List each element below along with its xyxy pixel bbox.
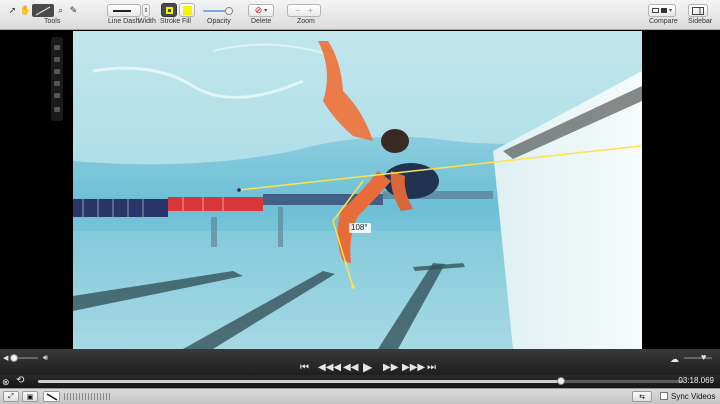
sidebar-toggle-button[interactable]: [688, 4, 708, 17]
step-forward-icon[interactable]: ▶▶: [383, 363, 398, 373]
fill-label: Fill: [182, 18, 191, 25]
tool-selector: ➚ ✋ ⌕ ✎: [6, 4, 80, 17]
line-icon: [46, 392, 57, 401]
delete-button[interactable]: ⊘ ▾: [248, 4, 274, 17]
fill-color-button[interactable]: [179, 3, 195, 17]
zoom-out-icon[interactable]: −: [295, 6, 300, 15]
floating-tool-palette[interactable]: [51, 37, 63, 121]
line-dash-label: Line Dash: [108, 18, 140, 25]
camera-icon: ▣: [26, 393, 34, 401]
expand-button[interactable]: ⤢: [3, 391, 19, 402]
sidebar-label: Sidebar: [688, 18, 713, 25]
compare-label: Compare: [649, 18, 678, 25]
stroke-color-button[interactable]: [161, 3, 177, 17]
stroke-label: Stroke: [160, 18, 181, 25]
arrow-tool-icon[interactable]: ➚: [6, 4, 19, 17]
swap-arrows-icon: ⇆: [639, 393, 645, 401]
width-label: Width: [138, 18, 156, 25]
skip-forward-icon[interactable]: ⏭︎: [427, 363, 436, 373]
zoom-label: Zoom: [297, 18, 315, 25]
line-tool-icon[interactable]: [32, 4, 54, 17]
zoom-control[interactable]: − +: [287, 4, 321, 17]
compare-icon: [651, 8, 659, 13]
line-dash-picker[interactable]: [107, 4, 141, 17]
play-icon[interactable]: ▶: [363, 361, 372, 373]
swap-button[interactable]: ⇆: [632, 391, 652, 402]
swimmer-head: [381, 129, 409, 153]
chevron-down-icon: ▾: [668, 8, 672, 14]
tools-label: Tools: [44, 18, 61, 25]
width-stepper[interactable]: ⇕: [142, 4, 150, 17]
sidebar-icon: [692, 6, 704, 15]
lane-rope: [168, 197, 263, 211]
step-back-icon[interactable]: ◀◀: [343, 363, 358, 373]
delete-label: Delete: [251, 18, 272, 25]
volume-up-icon[interactable]: 🔊︎: [43, 353, 48, 363]
timeline-playhead[interactable]: [557, 377, 566, 385]
skip-back-icon[interactable]: ⏮︎: [300, 363, 309, 373]
timeline-progress: [38, 380, 562, 383]
scrub-row: ⊗ ⟲ 03:18.069: [0, 375, 720, 388]
pencil-tool-icon[interactable]: ✎: [67, 4, 80, 17]
frame-ruler[interactable]: [64, 393, 112, 400]
speed-slider[interactable]: [684, 357, 712, 359]
no-entry-icon: ⊘: [254, 5, 263, 15]
time-readout: 03:18.069: [678, 376, 714, 385]
timeline-scrubber[interactable]: [38, 380, 684, 383]
compare-icon-filled: [660, 8, 667, 13]
camera-button[interactable]: ▣: [22, 391, 38, 402]
hand-tool-icon[interactable]: ✋: [19, 4, 32, 17]
bottom-toolbar: ⤢ ▣ ⇆ Sync Videos: [0, 388, 720, 404]
transport-bar: ◀ 🔊︎ ⏮︎ ◀◀◀ ◀◀ ▶ ▶▶ ▶▶▶ ⏭︎ ☁︎ ♥︎: [0, 349, 720, 375]
compare-button[interactable]: ▾: [648, 4, 676, 17]
step-forward-fast-icon[interactable]: ▶▶▶: [402, 363, 425, 373]
angle-measurement-label: 108°: [351, 223, 368, 232]
speed-slider-knob-icon[interactable]: ♥︎: [701, 352, 706, 362]
sync-videos-label: Sync Videos: [671, 392, 716, 401]
expand-arrows-icon: ⤢: [8, 392, 14, 400]
annotation-toolbar: ➚ ✋ ⌕ ✎ Tools ⇕ Line Dash Width Stroke F…: [0, 0, 720, 30]
playback-speed-icon[interactable]: ☁︎: [670, 354, 679, 364]
step-back-fast-icon[interactable]: ◀◀◀: [318, 363, 341, 373]
volume-down-icon[interactable]: ◀: [3, 354, 8, 364]
video-frame[interactable]: 108°: [73, 31, 642, 349]
zoom-in-icon[interactable]: +: [308, 6, 313, 15]
underwater-scene: [73, 31, 642, 349]
fill-swatch-icon: [182, 5, 192, 15]
volume-slider-knob[interactable]: [10, 354, 18, 362]
loop-icon[interactable]: ⟲: [16, 376, 24, 386]
sync-videos-checkbox[interactable]: [660, 392, 668, 400]
magnifier-tool-icon[interactable]: ⌕: [54, 4, 67, 17]
lane-rope: [73, 199, 168, 217]
opacity-slider-knob[interactable]: [225, 7, 233, 15]
stroke-swatch-icon: [165, 6, 173, 14]
close-circle-icon[interactable]: ⊗: [2, 377, 10, 387]
draw-line-button[interactable]: [43, 391, 60, 402]
opacity-label: Opacity: [207, 18, 231, 25]
video-stage: 108°: [0, 31, 720, 349]
chevron-down-icon: ▾: [264, 8, 268, 14]
